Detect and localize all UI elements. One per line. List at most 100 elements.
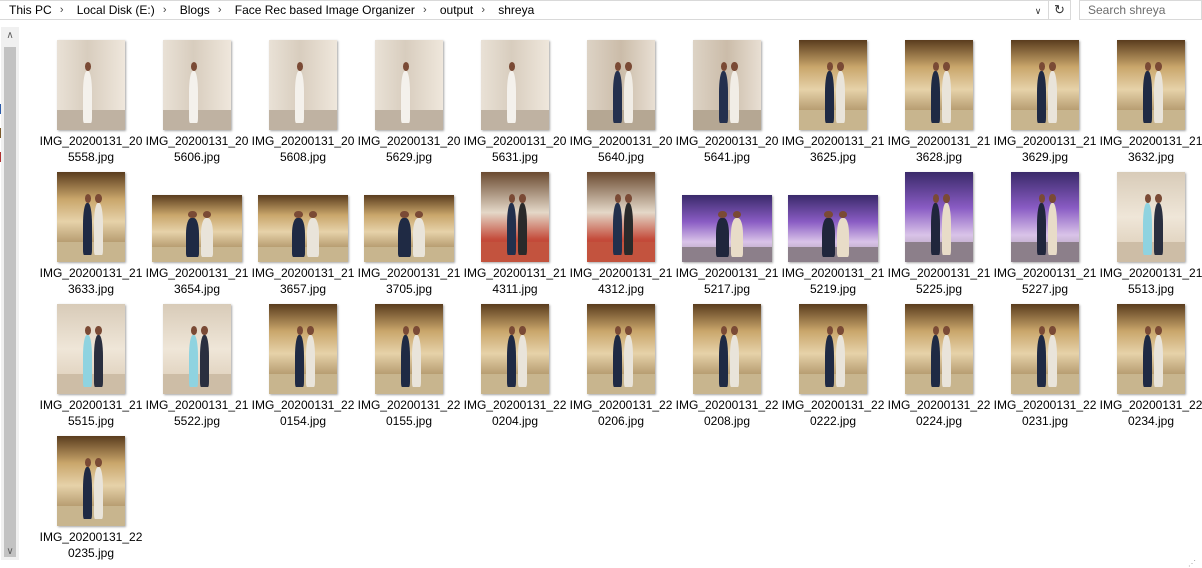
chevron-right-icon[interactable]: ›	[159, 4, 171, 16]
thumbnail-figure	[1036, 202, 1047, 255]
thumbnail-frame	[1098, 298, 1202, 394]
thumbnail-head	[1144, 325, 1151, 335]
thumbnail-figure	[835, 70, 846, 123]
refresh-icon[interactable]: ↻	[1049, 0, 1071, 20]
file-item[interactable]: IMG_20200131_215515.jpg	[38, 298, 144, 428]
file-item[interactable]: IMG_20200131_205606.jpg	[144, 34, 250, 164]
file-item[interactable]: IMG_20200131_213633.jpg	[38, 166, 144, 296]
chevron-right-icon[interactable]: ›	[419, 4, 431, 16]
file-item[interactable]: IMG_20200131_214312.jpg	[568, 166, 674, 296]
file-item[interactable]: IMG_20200131_205629.jpg	[356, 34, 462, 164]
thumbnail-head	[95, 457, 102, 467]
thumbnail-figure	[1153, 70, 1164, 123]
file-item[interactable]: IMG_20200131_215219.jpg	[780, 166, 886, 296]
thumbnail-head	[614, 325, 621, 335]
thumbnail-figure	[294, 70, 305, 123]
breadcrumb-shreya[interactable]: shreya	[489, 1, 538, 19]
scrollbar-thumb[interactable]	[4, 47, 16, 557]
scroll-up-icon[interactable]: ∧	[1, 27, 19, 44]
file-item[interactable]: IMG_20200131_213632.jpg	[1098, 34, 1202, 164]
file-item[interactable]: IMG_20200131_220235.jpg	[38, 430, 144, 560]
file-item[interactable]: IMG_20200131_205631.jpg	[462, 34, 568, 164]
file-item[interactable]: IMG_20200131_220204.jpg	[462, 298, 568, 428]
thumbnail-head	[943, 193, 950, 203]
file-name: IMG_20200131_213633.jpg	[39, 266, 143, 296]
resize-grip-icon[interactable]: ⋰	[1188, 559, 1200, 568]
file-item[interactable]: IMG_20200131_213657.jpg	[250, 166, 356, 296]
breadcrumb-output[interactable]: output	[431, 1, 477, 19]
thumbnail-figure	[623, 334, 634, 387]
thumbnail-head	[413, 325, 420, 335]
breadcrumb-this-pc[interactable]: This PC	[0, 1, 56, 19]
thumbnail-frame	[1098, 166, 1202, 262]
search-input[interactable]: Search shreya	[1079, 0, 1202, 20]
thumbnail-figure	[835, 334, 846, 387]
thumbnail-head	[1144, 61, 1151, 71]
file-item[interactable]: IMG_20200131_213628.jpg	[886, 34, 992, 164]
thumbnail-figure	[623, 202, 634, 255]
file-item[interactable]: IMG_20200131_213629.jpg	[992, 34, 1098, 164]
thumbnail-head	[718, 211, 727, 218]
thumbnail-figure	[729, 70, 740, 123]
file-item[interactable]: IMG_20200131_213625.jpg	[780, 34, 886, 164]
file-item[interactable]: IMG_20200131_220154.jpg	[250, 298, 356, 428]
breadcrumb-face-rec[interactable]: Face Rec based Image Organizer	[226, 1, 419, 19]
file-name: IMG_20200131_205640.jpg	[569, 134, 673, 164]
file-item[interactable]: IMG_20200131_205640.jpg	[568, 34, 674, 164]
breadcrumb-blogs[interactable]: Blogs	[171, 1, 214, 19]
image-thumbnail	[587, 172, 655, 262]
thumbnail-head	[731, 61, 738, 71]
file-item[interactable]: IMG_20200131_220234.jpg	[1098, 298, 1202, 428]
file-name: IMG_20200131_220235.jpg	[39, 530, 143, 560]
thumbnail-figure	[612, 334, 623, 387]
thumbnail-head	[625, 193, 632, 203]
file-item[interactable]: IMG_20200131_205558.jpg	[38, 34, 144, 164]
thumbnail-head	[1038, 325, 1045, 335]
chevron-right-icon[interactable]: ›	[477, 4, 489, 16]
file-item[interactable]: IMG_20200131_220224.jpg	[886, 298, 992, 428]
file-name: IMG_20200131_213629.jpg	[993, 134, 1097, 164]
thumbnail-frame	[462, 34, 568, 130]
file-item[interactable]: IMG_20200131_205641.jpg	[674, 34, 780, 164]
file-item[interactable]: IMG_20200131_215227.jpg	[992, 166, 1098, 296]
file-item[interactable]: IMG_20200131_220208.jpg	[674, 298, 780, 428]
address-dropdown-icon[interactable]: ∨	[1031, 4, 1045, 18]
file-name: IMG_20200131_213705.jpg	[357, 266, 461, 296]
thumbnail-head	[837, 325, 844, 335]
file-item[interactable]: IMG_20200131_215225.jpg	[886, 166, 992, 296]
file-name: IMG_20200131_220224.jpg	[887, 398, 991, 428]
thumbnail-figure	[506, 202, 517, 255]
file-item[interactable]: IMG_20200131_220222.jpg	[780, 298, 886, 428]
file-item[interactable]: IMG_20200131_205608.jpg	[250, 34, 356, 164]
vertical-scrollbar[interactable]: ∧ ∨	[1, 27, 19, 560]
chevron-right-icon[interactable]: ›	[214, 4, 226, 16]
thumbnail-figure	[411, 334, 422, 387]
file-item[interactable]: IMG_20200131_220206.jpg	[568, 298, 674, 428]
file-name: IMG_20200131_213625.jpg	[781, 134, 885, 164]
thumbnail-head	[508, 325, 515, 335]
file-item[interactable]: IMG_20200131_213705.jpg	[356, 166, 462, 296]
address-bar[interactable]: This PC › Local Disk (E:) › Blogs › Face…	[0, 0, 1049, 20]
thumbnail-frame	[992, 298, 1098, 394]
image-thumbnail	[1011, 40, 1079, 130]
image-thumbnail	[587, 304, 655, 394]
image-thumbnail	[905, 172, 973, 262]
scroll-down-icon[interactable]: ∨	[1, 543, 19, 560]
thumbnail-head	[190, 325, 197, 335]
chevron-right-icon[interactable]: ›	[56, 4, 68, 16]
file-item[interactable]: IMG_20200131_215522.jpg	[144, 298, 250, 428]
file-item[interactable]: IMG_20200131_215513.jpg	[1098, 166, 1202, 296]
thumbnail-figure	[1142, 202, 1153, 255]
thumbnail-head	[294, 211, 303, 218]
file-item[interactable]: IMG_20200131_213654.jpg	[144, 166, 250, 296]
thumbnail-head	[625, 61, 632, 71]
image-thumbnail	[152, 195, 242, 262]
thumbnail-head	[932, 193, 939, 203]
file-item[interactable]: IMG_20200131_215217.jpg	[674, 166, 780, 296]
thumbnail-frame	[356, 166, 462, 262]
file-item[interactable]: IMG_20200131_220155.jpg	[356, 298, 462, 428]
file-item[interactable]: IMG_20200131_214311.jpg	[462, 166, 568, 296]
breadcrumb-local-disk[interactable]: Local Disk (E:)	[68, 1, 159, 19]
file-item[interactable]: IMG_20200131_220231.jpg	[992, 298, 1098, 428]
thumbnail-frame	[886, 298, 992, 394]
